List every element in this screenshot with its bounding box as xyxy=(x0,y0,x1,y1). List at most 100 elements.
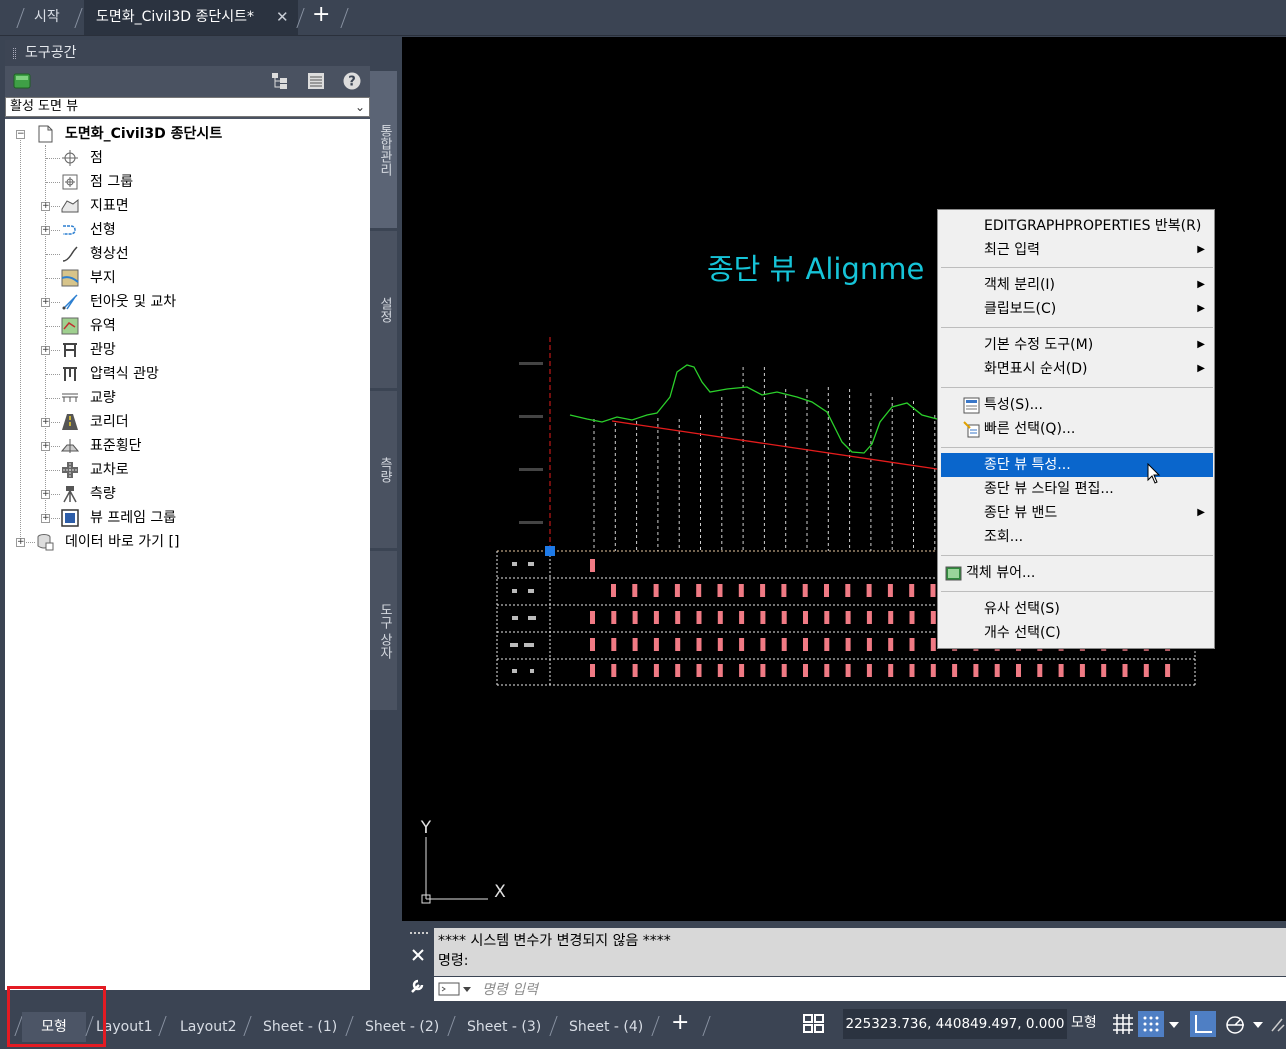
tree-item-alignments[interactable]: + 선형 xyxy=(5,218,365,242)
palette-title-bar[interactable]: 도구공간 xyxy=(5,40,370,66)
ortho-mode-icon[interactable] xyxy=(1190,1011,1216,1037)
command-prompt-icon[interactable] xyxy=(438,982,472,996)
menu-item-recent-input[interactable]: 최근 입력 ▶ xyxy=(941,238,1213,262)
view-dropdown[interactable]: 활성 도면 뷰 ⌄ xyxy=(5,97,370,117)
tree-item-turnouts[interactable]: + 턴아웃 및 교차 xyxy=(5,290,365,314)
side-tab-settings[interactable]: 설정 xyxy=(370,230,397,388)
tree-item-intersections[interactable]: 교차로 xyxy=(5,458,365,482)
prospector-tree: − 도면화_Civil3D 종단시트 점 점 그룹 + 지표면 + 선형 형상선… xyxy=(5,119,370,990)
menu-item-select-similar[interactable]: 유사 선택(S) xyxy=(941,597,1213,621)
toolspace-side-tabs: 통합관리 설정 측량 도구 상자 xyxy=(370,70,397,710)
band-mark xyxy=(930,638,936,651)
tree-item-sites[interactable]: 부지 xyxy=(5,266,365,290)
menu-item-object-viewer[interactable]: 객체 뷰어... xyxy=(941,561,1213,585)
tree-item-feature-lines[interactable]: 형상선 xyxy=(5,242,365,266)
band-mark xyxy=(845,664,851,677)
menu-item-draw-order[interactable]: 화면표시 순서(D) ▶ xyxy=(941,357,1213,381)
design-profile[interactable] xyxy=(611,420,938,470)
grip-icon[interactable] xyxy=(410,932,428,936)
profile-view-title: 종단 뷰 Alignme xyxy=(707,252,924,286)
close-icon[interactable]: ✕ xyxy=(276,8,289,26)
pipe-network-icon xyxy=(63,343,77,357)
tree-item-label: 부지 xyxy=(90,270,116,286)
tree-item-pipe-networks[interactable]: + 관망 xyxy=(5,338,365,362)
band-mark xyxy=(887,584,893,597)
expand-icon[interactable]: + xyxy=(41,490,50,499)
alignment-icon xyxy=(63,225,76,235)
menu-separator xyxy=(941,591,1213,592)
tree-item-view-frame-groups[interactable]: + 뷰 프레임 그룹 xyxy=(5,506,365,530)
band-mark xyxy=(760,638,766,651)
expand-icon[interactable]: + xyxy=(16,538,25,547)
tree-item-bridges[interactable]: 교량 xyxy=(5,386,365,410)
chevron-down-icon[interactable] xyxy=(1250,1011,1266,1037)
menu-item-quick-select[interactable]: 빠른 선택(Q)... xyxy=(941,417,1213,441)
expand-icon[interactable]: + xyxy=(41,298,50,307)
band-mark xyxy=(739,611,745,624)
tree-item-survey[interactable]: + 측량 xyxy=(5,482,365,506)
snap-mode-icon[interactable] xyxy=(1138,1011,1164,1037)
side-tab-survey[interactable]: 측량 xyxy=(370,390,397,548)
close-icon[interactable] xyxy=(411,948,425,962)
menu-item-edit-profile-view-style[interactable]: 종단 뷰 스타일 편집... xyxy=(941,477,1213,501)
layout-grid-icon[interactable] xyxy=(801,1011,827,1037)
tree-item-points[interactable]: 점 xyxy=(5,146,365,170)
hierarchy-icon[interactable] xyxy=(271,72,289,90)
tree-root-drawing[interactable]: − 도면화_Civil3D 종단시트 xyxy=(5,122,365,146)
add-tab-icon[interactable]: + xyxy=(312,2,330,27)
menu-item-label: 유사 선택(S) xyxy=(984,601,1060,617)
layout-tab-sheet-1[interactable]: Sheet - (1) xyxy=(263,1012,337,1042)
layout-tab-layout2[interactable]: Layout2 xyxy=(180,1012,237,1042)
tree-item-point-groups[interactable]: 점 그룹 xyxy=(5,170,365,194)
side-tab-prospector[interactable]: 통합관리 xyxy=(370,70,397,228)
menu-item-clipboard[interactable]: 클립보드(C) ▶ xyxy=(941,297,1213,321)
model-space-button[interactable]: 모형 xyxy=(1071,1012,1097,1032)
collapse-icon[interactable]: − xyxy=(16,130,25,139)
expand-icon[interactable]: + xyxy=(41,202,50,211)
expand-icon[interactable]: + xyxy=(41,346,50,355)
menu-item-count-select[interactable]: 개수 선택(C) xyxy=(941,621,1213,645)
menu-item-properties[interactable]: 특성(S)... xyxy=(941,393,1213,417)
menu-item-inquiry[interactable]: 조회... xyxy=(941,525,1213,549)
properties-icon xyxy=(963,397,980,414)
layout-tab-sheet-2[interactable]: Sheet - (2) xyxy=(365,1012,439,1042)
tree-item-data-shortcuts[interactable]: + 데이터 바로 가기 [] xyxy=(5,530,365,554)
isometric-icon[interactable] xyxy=(1270,1011,1286,1037)
expand-icon[interactable]: + xyxy=(41,226,50,235)
layout-tab-sheet-3[interactable]: Sheet - (3) xyxy=(467,1012,541,1042)
tree-item-pressure-networks[interactable]: 압력식 관망 xyxy=(5,362,365,386)
expand-icon[interactable]: + xyxy=(41,418,50,427)
item-view-icon[interactable] xyxy=(307,72,325,90)
expand-icon[interactable]: + xyxy=(41,514,50,523)
help-icon[interactable]: ? xyxy=(343,72,361,90)
command-line-handle[interactable] xyxy=(406,928,432,1001)
object-viewer-icon xyxy=(945,566,962,581)
selection-grip[interactable] xyxy=(545,546,555,556)
coordinate-readout[interactable]: 225323.736, 440849.497, 0.000 xyxy=(843,1009,1067,1039)
menu-item-basic-modify-tools[interactable]: 기본 수정 도구(M) ▶ xyxy=(941,333,1213,357)
polar-tracking-icon[interactable] xyxy=(1222,1011,1248,1037)
civil-3d-icon[interactable] xyxy=(13,72,31,90)
command-input[interactable]: 명령 입력 xyxy=(434,977,1286,1001)
tree-branch xyxy=(51,494,60,495)
tab-start[interactable]: 시작 xyxy=(34,0,60,35)
menu-item-repeat-editgraph[interactable]: EDITGRAPHPROPERTIES 반복(R) xyxy=(941,214,1213,238)
existing-ground-profile[interactable] xyxy=(569,364,938,454)
layout-tab-sheet-4[interactable]: Sheet - (4) xyxy=(569,1012,643,1042)
tree-item-corridors[interactable]: + 코리더 xyxy=(5,410,365,434)
grip-icon[interactable] xyxy=(13,48,16,59)
tree-item-surfaces[interactable]: + 지표면 xyxy=(5,194,365,218)
tree-item-assemblies[interactable]: + 표준횡단 xyxy=(5,434,365,458)
menu-item-profile-view-bands[interactable]: 종단 뷰 밴드 ▶ xyxy=(941,501,1213,525)
tree-item-catchments[interactable]: 유역 xyxy=(5,314,365,338)
menu-item-profile-view-properties[interactable]: 종단 뷰 특성... xyxy=(941,453,1213,477)
chevron-down-icon[interactable] xyxy=(1166,1011,1182,1037)
wrench-icon[interactable] xyxy=(409,976,427,994)
tab-active-drawing[interactable]: 도면화_Civil3D 종단시트* xyxy=(84,0,298,35)
side-tab-toolbox[interactable]: 도구 상자 xyxy=(370,550,397,710)
add-layout-icon[interactable]: + xyxy=(671,1010,689,1035)
menu-item-isolate-objects[interactable]: 객체 분리(I) ▶ xyxy=(941,273,1213,297)
expand-icon[interactable]: + xyxy=(41,442,50,451)
tree-item-label: 측량 xyxy=(90,486,116,502)
grid-display-icon[interactable] xyxy=(1110,1011,1136,1037)
